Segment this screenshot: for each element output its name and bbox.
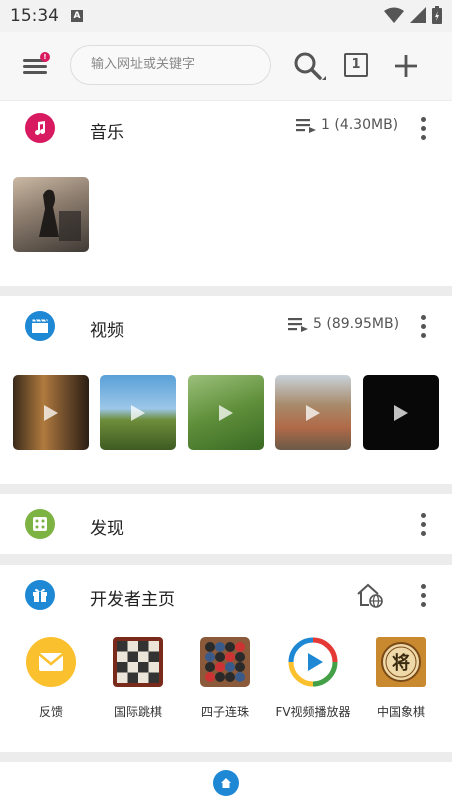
search-icon[interactable]: [292, 50, 326, 84]
video-card: 视频 5 (89.95MB): [0, 296, 452, 484]
music-count-label: 1 (4.30MB): [321, 117, 399, 133]
menu-bar: [23, 71, 47, 74]
app-label: 国际跳棋: [113, 705, 162, 719]
search-input[interactable]: 输入网址或关键字: [70, 45, 271, 85]
app-chinese-chess[interactable]: 将 中国象棋: [361, 637, 441, 720]
mail-icon: [26, 637, 76, 687]
video-thumbnail[interactable]: [100, 375, 176, 450]
app-label: FV视频播放器: [275, 705, 351, 719]
app-connect-four[interactable]: 四子连珠: [185, 637, 265, 720]
home-globe-icon[interactable]: [356, 582, 384, 608]
gift-icon: [25, 580, 55, 610]
add-icon[interactable]: [392, 52, 420, 80]
status-icons: [384, 6, 442, 24]
connect-four-icon: [200, 637, 250, 687]
developer-title[interactable]: 开发者主页: [90, 585, 175, 610]
app-label: 反馈: [38, 705, 63, 719]
menu-bar: [23, 65, 47, 68]
music-more-button[interactable]: [412, 113, 434, 143]
menu-button[interactable]: !: [20, 52, 50, 80]
music-title[interactable]: 音乐: [90, 118, 124, 143]
music-card: 音乐 1 (4.30MB): [0, 101, 452, 286]
developer-card: 开发者主页 反馈 国际跳棋 四子连珠 FV视频播放器 将 中国象棋: [0, 565, 452, 752]
signal-icon: [410, 7, 426, 23]
status-bar: 15:34 A: [0, 0, 452, 32]
video-thumbnail[interactable]: [13, 375, 89, 450]
home-icon[interactable]: [213, 770, 239, 796]
discover-card[interactable]: 发现: [0, 494, 452, 554]
video-thumbnail[interactable]: [363, 375, 439, 450]
chinese-chess-icon: 将: [376, 637, 426, 687]
dice-icon: [25, 509, 55, 539]
svg-text:将: 将: [392, 652, 410, 674]
music-count[interactable]: 1 (4.30MB): [296, 117, 398, 133]
discover-title[interactable]: 发现: [90, 514, 124, 539]
playlist-icon: [296, 119, 316, 133]
battery-icon: [432, 6, 442, 24]
video-player-icon: [288, 637, 338, 687]
video-clapper-icon: [25, 311, 55, 341]
music-thumbnail[interactable]: [13, 177, 89, 252]
video-title[interactable]: 视频: [90, 316, 124, 341]
menu-badge: !: [40, 52, 50, 62]
app-fv-video-player[interactable]: FV视频播放器: [273, 637, 353, 720]
app-checkers[interactable]: 国际跳棋: [98, 637, 178, 720]
video-count-label: 5 (89.95MB): [313, 316, 400, 332]
discover-more-button[interactable]: [412, 509, 434, 539]
notification-a-icon: A: [71, 10, 83, 22]
tabs-button[interactable]: 1: [344, 53, 368, 77]
app-label: 四子连珠: [200, 705, 249, 719]
wifi-icon: [384, 7, 404, 23]
video-more-button[interactable]: [412, 311, 434, 341]
app-feedback[interactable]: 反馈: [11, 637, 91, 720]
video-count[interactable]: 5 (89.95MB): [288, 316, 399, 332]
music-note-icon: [25, 113, 55, 143]
playlist-icon: [288, 318, 308, 332]
toolbar: ! 输入网址或关键字 1: [0, 32, 452, 100]
app-label: 中国象棋: [376, 705, 425, 719]
status-time: 15:34: [10, 6, 59, 26]
video-thumbnail[interactable]: [188, 375, 264, 450]
developer-more-button[interactable]: [412, 580, 434, 610]
video-thumbnail[interactable]: [275, 375, 351, 450]
checkers-icon: [113, 637, 163, 687]
